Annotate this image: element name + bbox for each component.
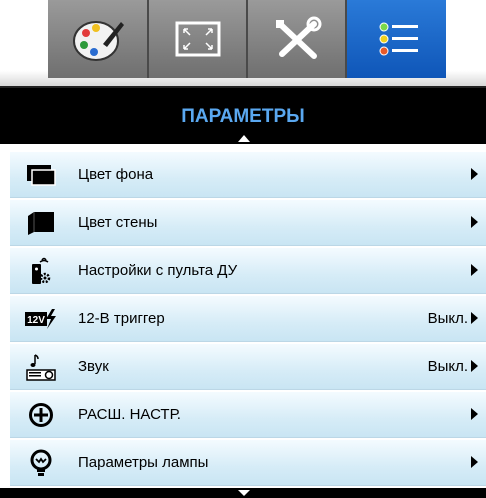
tab-strip: [0, 0, 486, 86]
menu-item-label: Параметры лампы: [78, 454, 209, 471]
chevron-right-icon: [471, 168, 478, 180]
title-bar: ПАРАМЕТРЫ: [0, 86, 486, 144]
menu-item-wall-color[interactable]: Цвет стены: [10, 200, 486, 246]
tools-icon: [275, 16, 321, 59]
menu-item-value: Выкл.: [427, 310, 468, 327]
osd-menu: ПАРАМЕТРЫ Цвет фона Цвет стены Настройки…: [0, 0, 486, 498]
bottom-bar: [0, 488, 486, 498]
advanced-icon: [24, 401, 58, 429]
menu-item-lamp[interactable]: Параметры лампы: [10, 440, 486, 486]
scroll-up-icon[interactable]: [238, 135, 250, 142]
12v-trigger-icon: 12V: [24, 305, 58, 333]
menu-item-label: Настройки с пульта ДУ: [78, 262, 238, 279]
menu-item-value: Выкл.: [427, 358, 468, 375]
left-margin: [0, 150, 10, 488]
menu-item-label: 12-В триггер: [78, 310, 165, 327]
menu-item-label: Звук: [78, 358, 109, 375]
menu-item-label: Цвет стены: [78, 214, 158, 231]
menu-item-background-color[interactable]: Цвет фона: [10, 152, 486, 198]
chevron-right-icon: [471, 456, 478, 468]
menu-item-label: РАСШ. НАСТР.: [78, 406, 181, 423]
wall-color-icon: [24, 209, 58, 237]
tab-display[interactable]: [147, 0, 246, 78]
lamp-icon: [24, 449, 58, 477]
chevron-right-icon: [471, 264, 478, 276]
sound-icon: [24, 353, 58, 381]
chevron-right-icon: [471, 408, 478, 420]
menu-item-sound[interactable]: Звук Выкл.: [10, 344, 486, 390]
palette-icon: [72, 21, 124, 61]
chevron-right-icon: [471, 312, 478, 324]
tab-options[interactable]: [345, 0, 446, 78]
screen-resize-icon: [175, 21, 220, 57]
menu-item-remote-settings[interactable]: Настройки с пульта ДУ: [10, 248, 486, 294]
tab-image[interactable]: [48, 0, 147, 78]
menu-list-icon: [379, 22, 418, 56]
menu-list: Цвет фона Цвет стены Настройки с пульта …: [10, 152, 486, 488]
tab-frame: [48, 0, 446, 78]
chevron-right-icon: [471, 360, 478, 372]
tab-setup[interactable]: [246, 0, 345, 78]
chevron-right-icon: [471, 216, 478, 228]
menu-item-advanced[interactable]: РАСШ. НАСТР.: [10, 392, 486, 438]
remote-settings-icon: [24, 257, 58, 285]
menu-item-12v-trigger[interactable]: 12V 12-В триггер Выкл.: [10, 296, 486, 342]
scroll-down-icon[interactable]: [238, 490, 250, 496]
menu-item-label: Цвет фона: [78, 166, 154, 183]
background-color-icon: [24, 161, 58, 189]
page-title: ПАРАМЕТРЫ: [181, 106, 305, 127]
svg-text:12V: 12V: [27, 315, 45, 326]
